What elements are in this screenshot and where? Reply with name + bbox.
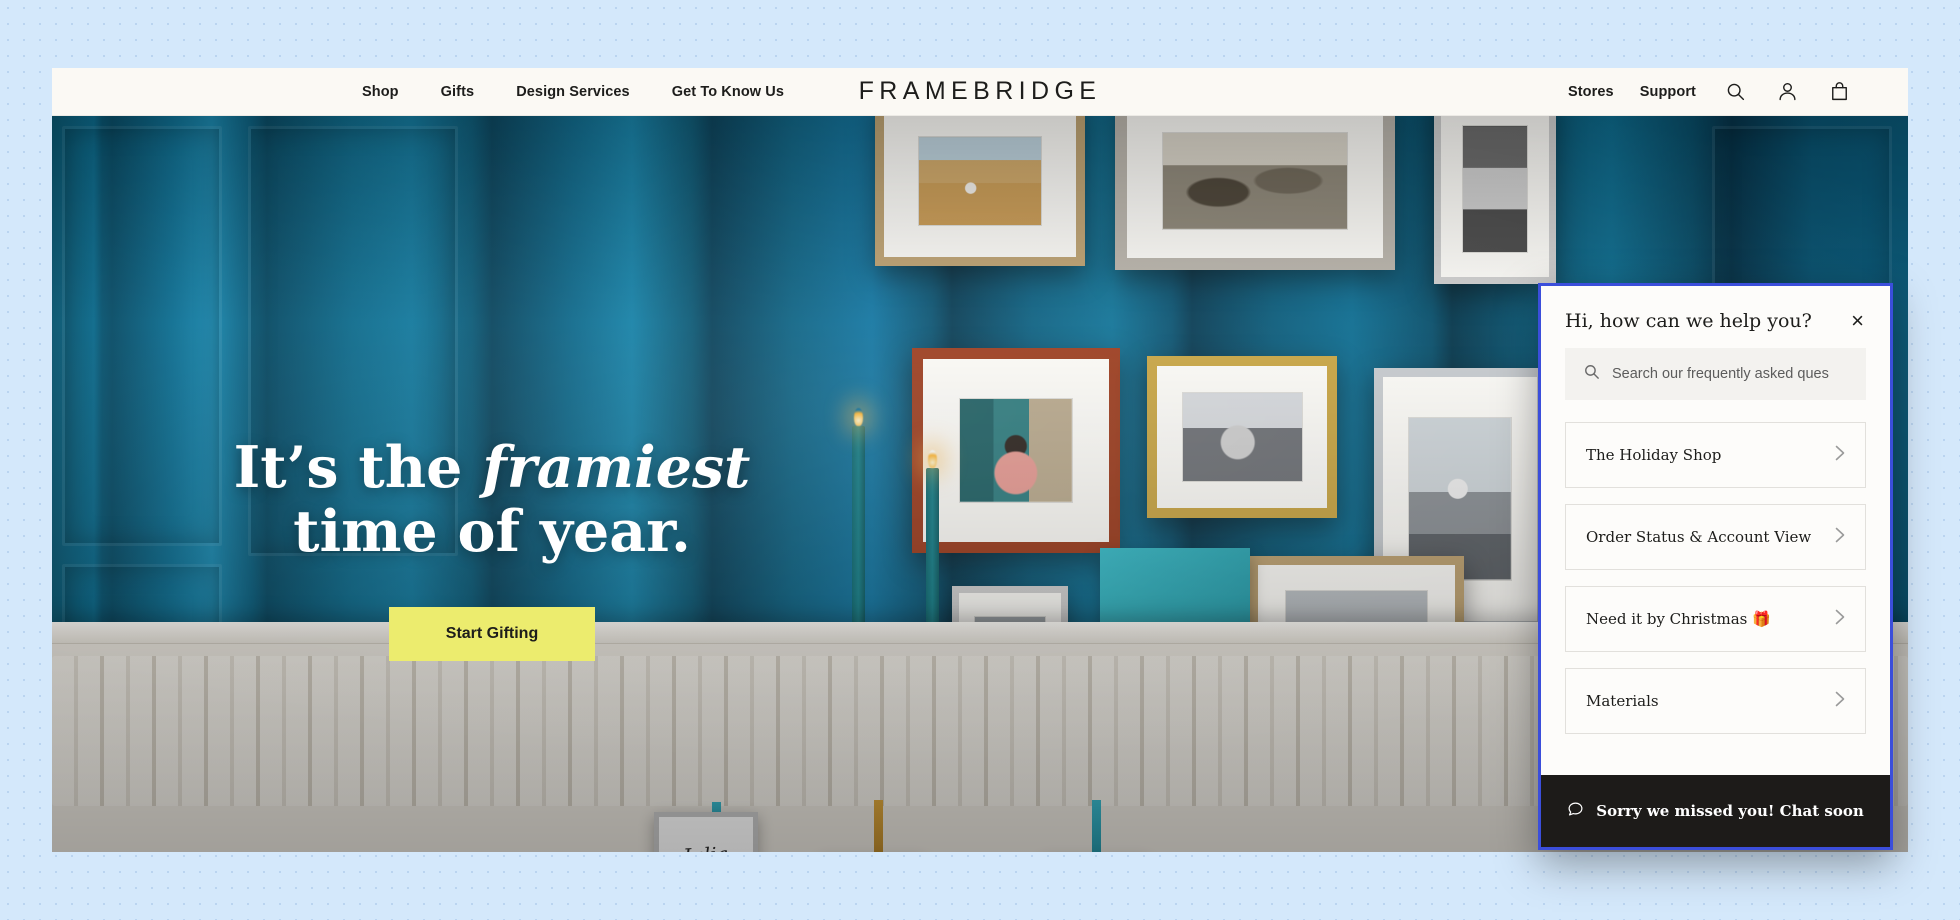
nav-link-gifts[interactable]: Gifts	[441, 84, 475, 100]
chevron-right-icon	[1835, 445, 1845, 466]
nav-link-design-services[interactable]: Design Services	[516, 84, 630, 100]
site-logo[interactable]: FRAMEBRIDGE	[859, 77, 1102, 106]
chat-search-input[interactable]	[1612, 366, 1848, 382]
nav-link-stores[interactable]: Stores	[1568, 84, 1614, 100]
nav-link-shop[interactable]: Shop	[362, 84, 399, 100]
shopping-bag-icon[interactable]	[1826, 79, 1852, 105]
chat-item-label: Materials	[1586, 692, 1659, 710]
top-navigation-bar: Shop Gifts Design Services Get To Know U…	[52, 68, 1908, 116]
close-icon[interactable]: ×	[1849, 310, 1866, 332]
chat-widget: Hi, how can we help you? × The Holiday S…	[1538, 283, 1893, 850]
search-icon[interactable]	[1722, 79, 1748, 105]
chat-search-box[interactable]	[1565, 348, 1866, 400]
chat-item-materials[interactable]: Materials	[1565, 668, 1866, 734]
chevron-right-icon	[1835, 609, 1845, 630]
account-icon[interactable]	[1774, 79, 1800, 105]
chat-widget-header: Hi, how can we help you? ×	[1565, 286, 1866, 348]
hero-headline-part1: It’s the	[233, 434, 483, 501]
chat-item-label: The Holiday Shop	[1586, 446, 1722, 464]
chat-item-the-holiday-shop[interactable]: The Holiday Shop	[1565, 422, 1866, 488]
chat-item-label: Need it by Christmas 🎁	[1586, 610, 1771, 628]
chat-item-order-status-account-view[interactable]: Order Status & Account View	[1565, 504, 1866, 570]
hero-copy-block: It’s the framiest time of year. Start Gi…	[192, 434, 792, 661]
chat-item-need-it-by-christmas[interactable]: Need it by Christmas 🎁	[1565, 586, 1866, 652]
chat-widget-body: Hi, how can we help you? × The Holiday S…	[1541, 286, 1890, 775]
primary-nav-links: Shop Gifts Design Services Get To Know U…	[362, 84, 784, 100]
chevron-right-icon	[1835, 527, 1845, 548]
chat-footer-text: Sorry we missed you! Chat soon	[1596, 802, 1864, 820]
hero-headline-part2: time of year.	[293, 498, 691, 566]
chat-footer-bar[interactable]: Sorry we missed you! Chat soon	[1541, 775, 1890, 847]
chat-bubble-icon	[1567, 800, 1584, 822]
nav-link-get-to-know-us[interactable]: Get To Know Us	[672, 84, 784, 100]
start-gifting-button[interactable]: Start Gifting	[389, 606, 595, 661]
chevron-right-icon	[1835, 691, 1845, 712]
secondary-nav-links: Stores Support	[1568, 79, 1852, 105]
hero-headline-emphasis: framiest	[482, 434, 751, 501]
chat-widget-title: Hi, how can we help you?	[1565, 310, 1812, 332]
chat-item-label: Order Status & Account View	[1586, 528, 1812, 546]
hero-headline: It’s the framiest time of year.	[192, 434, 792, 566]
nav-link-support[interactable]: Support	[1640, 84, 1696, 100]
search-icon	[1583, 363, 1600, 385]
